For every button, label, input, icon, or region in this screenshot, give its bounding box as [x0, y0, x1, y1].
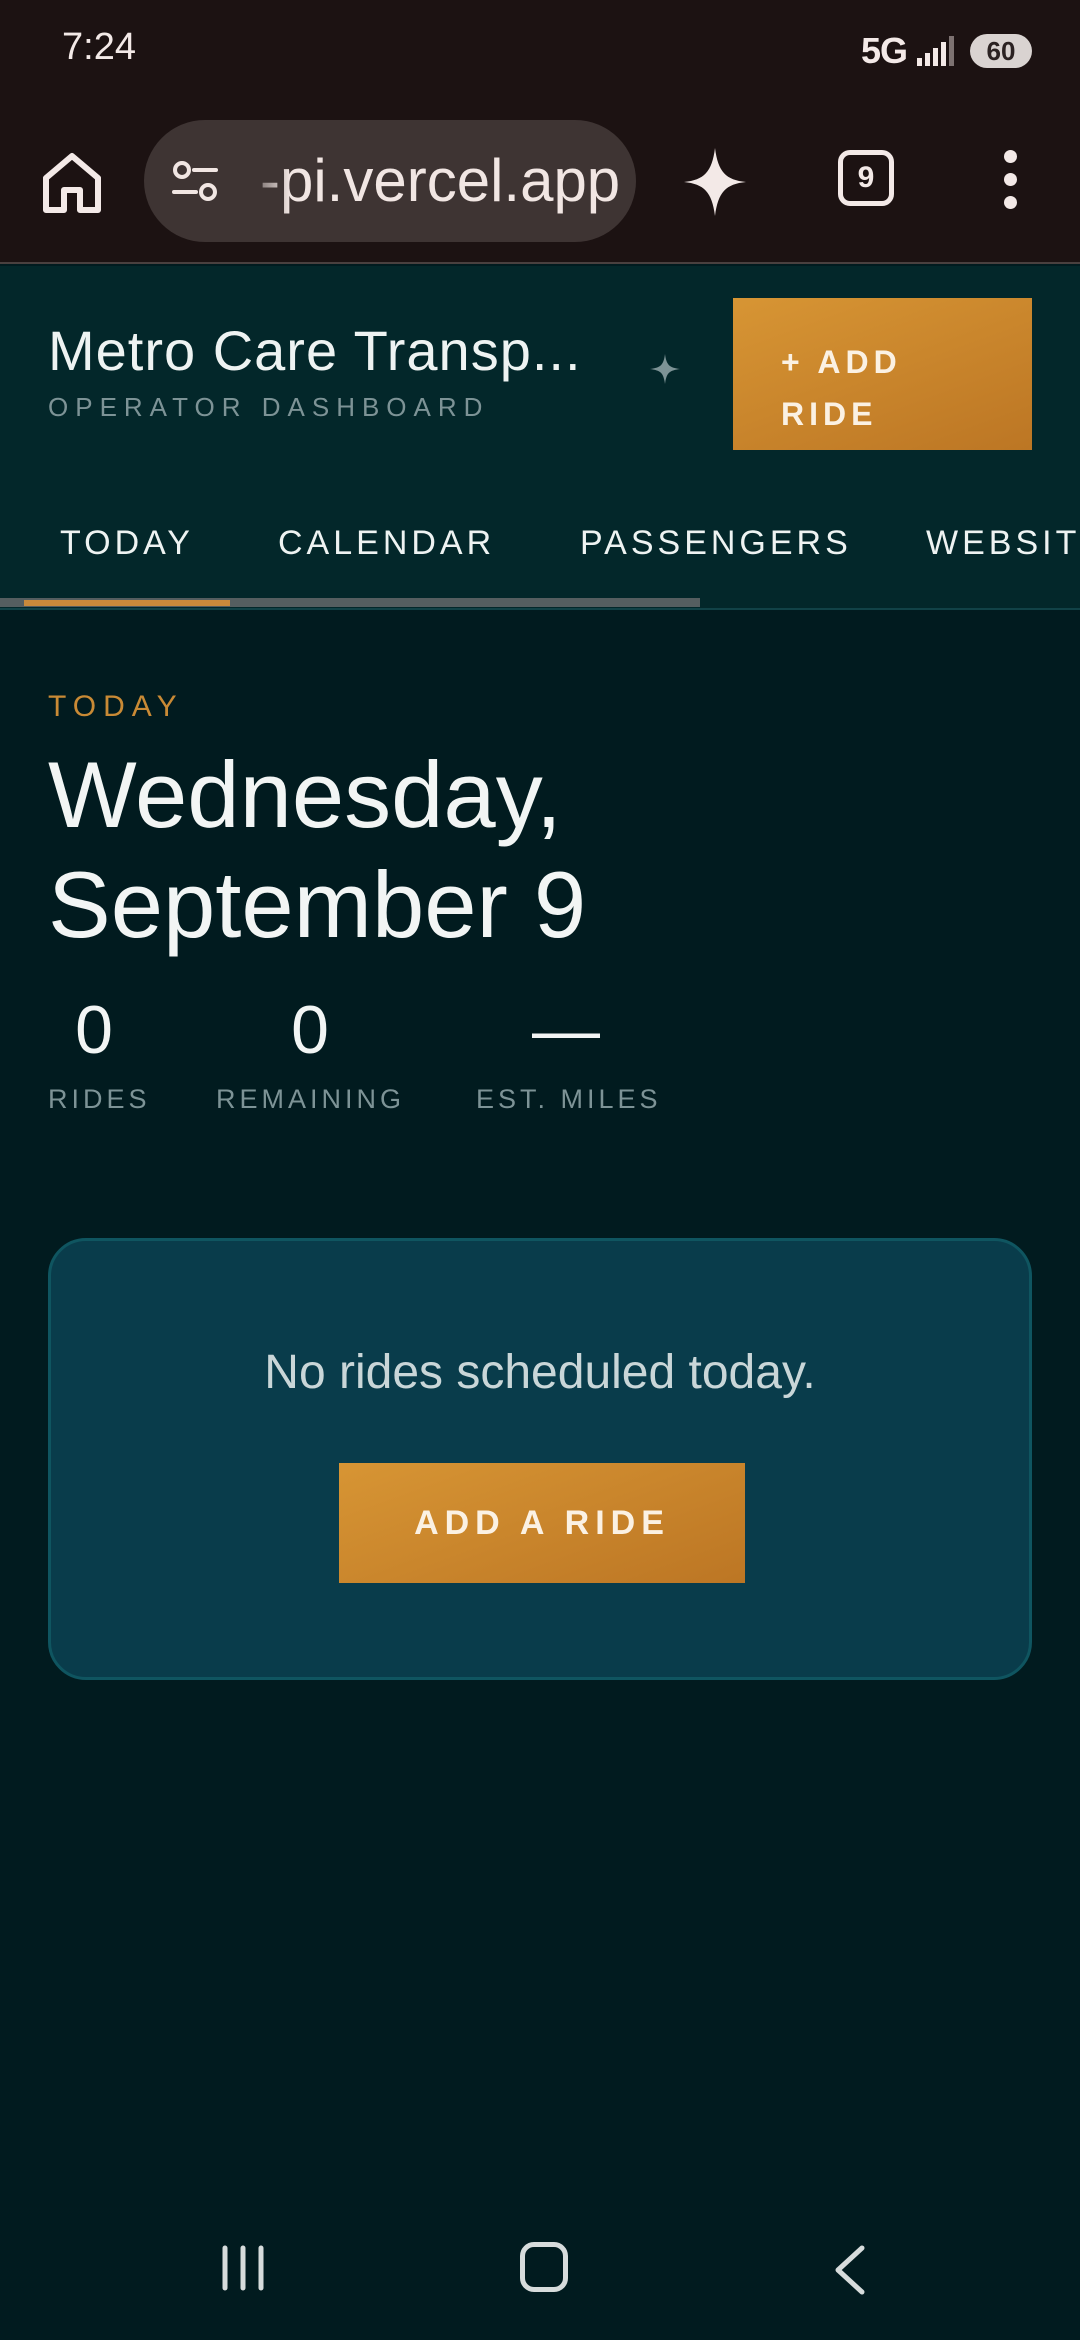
section-eyebrow: TODAY [48, 690, 184, 723]
system-navigation-bar [0, 2200, 1080, 2340]
status-time: 7:24 [62, 26, 136, 68]
status-indicators: 5G 60 [861, 30, 1032, 72]
date-line-weekday: Wednesday, [48, 742, 562, 847]
empty-state-card: No rides scheduled today. ADD A RIDE [48, 1238, 1032, 1680]
url-fade [240, 120, 290, 242]
recent-apps-icon[interactable] [220, 2244, 266, 2292]
stat-remaining: 0 REMAINING [216, 990, 404, 1115]
page-title: Wednesday, September 9 [48, 740, 586, 960]
tab-website[interactable]: WEBSIT [926, 524, 1080, 563]
status-bar: 7:24 5G 60 [0, 0, 1080, 104]
tab-switcher-icon[interactable]: 9 [838, 150, 894, 206]
back-icon[interactable] [830, 2244, 870, 2296]
url-text: -pi.vercel.app [260, 147, 621, 214]
brand-title: Metro Care Transp... [48, 319, 582, 382]
gemini-sparkle-icon[interactable] [680, 144, 750, 220]
stat-value: 0 [291, 992, 329, 1068]
add-ride-header-label-2: RIDE [781, 396, 878, 432]
signal-icon [917, 36, 954, 66]
more-vert-icon[interactable] [990, 150, 1030, 214]
date-line-date: September 9 [48, 852, 587, 957]
empty-state-message: No rides scheduled today. [264, 1346, 816, 1399]
nav-tabs: TODAY CALENDAR PASSENGERS WEBSIT [0, 490, 1080, 610]
network-label: 5G [860, 30, 908, 71]
stat-est-miles: — EST. MILES [476, 990, 662, 1115]
stat-value: — [532, 992, 600, 1068]
stat-label: REMAINING [216, 1084, 406, 1114]
app-header: Metro Care Transp... OPERATOR DASHBOARD … [0, 266, 1080, 490]
stat-value: 0 [75, 992, 113, 1068]
stat-label: EST. MILES [476, 1084, 662, 1114]
site-settings-icon[interactable] [170, 156, 220, 206]
add-ride-header-label-1: + ADD [781, 344, 902, 380]
active-tab-indicator [24, 600, 230, 606]
stat-label: RIDES [48, 1084, 151, 1114]
add-a-ride-button[interactable]: ADD A RIDE [339, 1463, 745, 1583]
address-bar[interactable]: -pi.vercel.app [144, 120, 636, 242]
tab-today[interactable]: TODAY [60, 524, 194, 563]
browser-toolbar: -pi.vercel.app 9 [0, 104, 1080, 264]
home-nav-icon[interactable] [520, 2242, 568, 2292]
tab-passengers[interactable]: PASSENGERS [580, 524, 852, 563]
add-ride-header-button[interactable]: + ADD RIDE [733, 298, 1032, 450]
brand-subtitle: OPERATOR DASHBOARD [48, 392, 490, 422]
home-icon[interactable] [40, 148, 104, 218]
stat-rides: 0 RIDES [48, 990, 151, 1115]
battery-icon: 60 [970, 34, 1032, 68]
tab-calendar[interactable]: CALENDAR [278, 524, 495, 563]
sparkle-decoration-icon [648, 352, 682, 386]
